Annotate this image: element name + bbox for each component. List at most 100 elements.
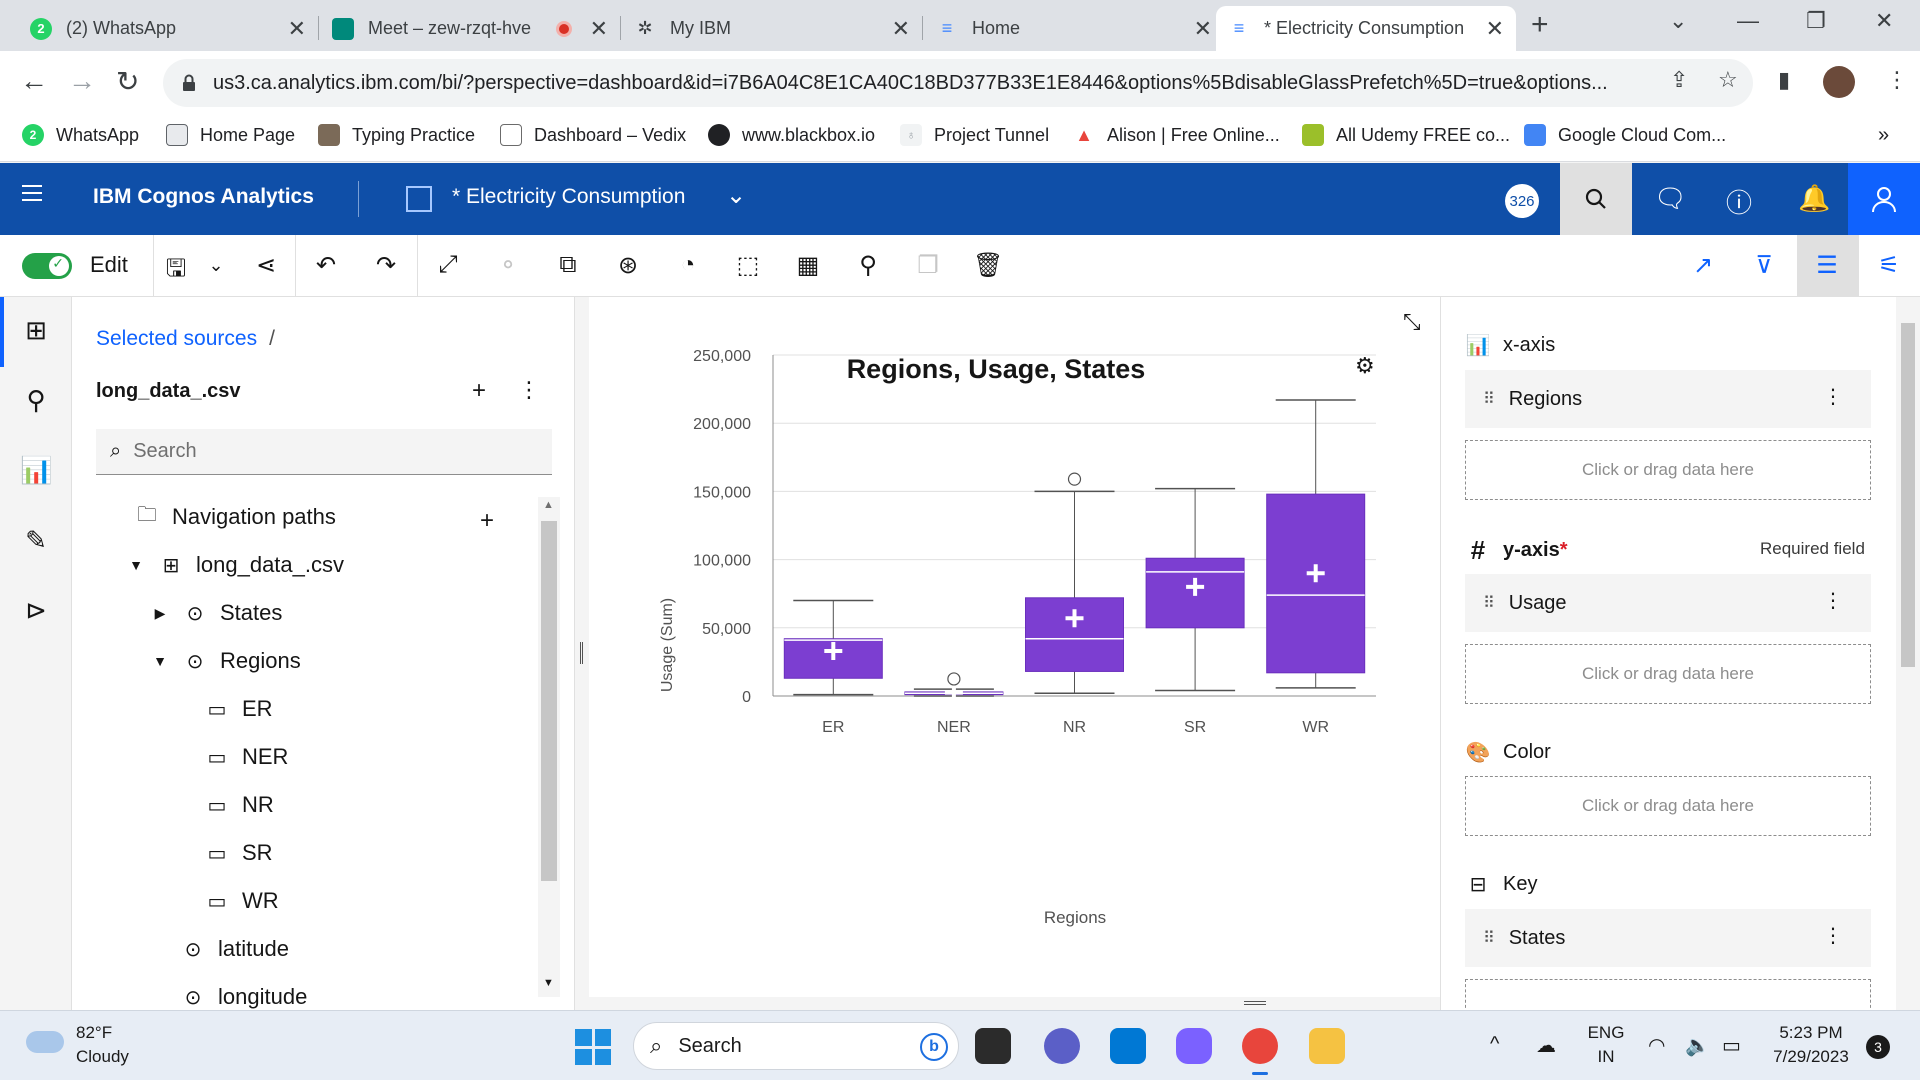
search-button[interactable]	[1560, 163, 1632, 235]
close-icon[interactable]: ✕	[1194, 16, 1212, 42]
volume-icon[interactable]: 🔈	[1685, 1033, 1710, 1058]
scrollbar-thumb[interactable]	[541, 521, 557, 881]
y-axis-dropzone[interactable]: Click or drag data here	[1465, 644, 1871, 704]
close-icon[interactable]: ✕	[1486, 16, 1504, 42]
bookmark-star-icon[interactable]: ☆	[1718, 67, 1738, 93]
drag-handle-icon[interactable]: ⠿	[1483, 593, 1495, 613]
tab-home[interactable]: ≡ Home ✕	[924, 6, 1224, 51]
notifications-icon[interactable]: 🔔	[1798, 183, 1830, 214]
side-panel-icon[interactable]: ▮	[1778, 67, 1790, 93]
fields-panel-scrollbar[interactable]	[1896, 297, 1920, 1010]
tree-item-er[interactable]: ▭ ER	[206, 689, 273, 729]
copilot-icon[interactable]	[1176, 1028, 1212, 1064]
help-icon[interactable]: ⓘ	[1726, 183, 1752, 220]
bookmark-alison[interactable]: ▲ Alison | Free Online...	[1073, 124, 1280, 146]
forward-icon[interactable]: →	[68, 65, 96, 97]
minimize-icon[interactable]: —	[1737, 8, 1759, 34]
close-icon[interactable]: ✕	[892, 16, 910, 42]
overflow-menu-icon[interactable]: ⋮	[518, 377, 540, 403]
reload-icon[interactable]: ↻	[116, 65, 139, 98]
undo-icon[interactable]: ↶	[311, 251, 341, 280]
scroll-up-icon[interactable]: ▲	[543, 499, 554, 511]
pin-icon[interactable]: ⚲	[853, 251, 883, 280]
bookmark-typing-practice[interactable]: Typing Practice	[318, 124, 475, 146]
x-axis-field-regions[interactable]: ⠿ Regions ⋮	[1465, 370, 1871, 428]
navigation-icon[interactable]: ⊳	[20, 595, 52, 626]
close-icon[interactable]: ✕	[288, 16, 306, 42]
clock-time[interactable]: 5:23 PM	[1764, 1023, 1858, 1043]
delete-icon[interactable]: 🗑	[973, 251, 1003, 280]
windows-start-icon[interactable]	[575, 1029, 611, 1065]
share-icon[interactable]: ⋖	[251, 251, 281, 280]
expand-icon[interactable]: ⤢	[433, 251, 463, 279]
chevron-up-icon[interactable]: ^	[1490, 1033, 1499, 1056]
bookmark-home-page[interactable]: Home Page	[166, 124, 295, 146]
window-close-icon[interactable]: ✕	[1875, 8, 1893, 34]
bookmark-google-cloud[interactable]: Google Cloud Com...	[1524, 124, 1726, 146]
caret-down-icon[interactable]: ▼	[150, 653, 170, 669]
tree-item-wr[interactable]: ▭ WR	[206, 881, 279, 921]
tree-item-regions[interactable]: ▼ ⊙ Regions	[150, 641, 301, 681]
timer-icon[interactable]: ◔	[673, 251, 703, 279]
redo-icon[interactable]: ↷	[371, 251, 401, 280]
data-sources-icon[interactable]: ⊞	[20, 315, 52, 346]
more-bookmarks-icon[interactable]: »	[1878, 124, 1889, 147]
taskbar-search-box[interactable]: ⌕ Search b	[633, 1022, 959, 1070]
y-axis-field-usage[interactable]: ⠿ Usage ⋮	[1465, 574, 1871, 632]
language-code[interactable]: ENG	[1586, 1023, 1626, 1043]
pin-icon[interactable]: ⚲	[20, 385, 52, 416]
task-view-icon[interactable]	[975, 1028, 1011, 1064]
browser-menu-icon[interactable]: ⋮	[1886, 67, 1908, 93]
select-area-icon[interactable]: ⬚	[733, 251, 763, 280]
source-search-input[interactable]: ⌕ Search	[96, 429, 552, 475]
profile-avatar[interactable]	[1823, 66, 1855, 98]
bookmark-blackbox[interactable]: www.blackbox.io	[708, 124, 875, 146]
connect-icon[interactable]: ⚬	[493, 251, 523, 280]
microsoft-store-icon[interactable]	[1110, 1028, 1146, 1064]
wifi-icon[interactable]: ◠	[1648, 1033, 1665, 1058]
filters-icon[interactable]: ⊽	[1749, 251, 1779, 280]
canvas-resize-handle[interactable]	[589, 997, 1440, 1010]
boxplot-chart[interactable]: Regions, Usage, States Usage (Sum) Regio…	[589, 297, 1440, 997]
battery-icon[interactable]: ▭	[1722, 1033, 1741, 1058]
panel-resize-handle[interactable]	[575, 297, 589, 1010]
tab-search-icon[interactable]: ⌄	[1669, 8, 1687, 34]
filter-icon[interactable]: ⊛	[613, 251, 643, 280]
dashboard-title[interactable]: * Electricity Consumption	[452, 185, 685, 209]
tab-my-ibm[interactable]: ✲ My IBM ✕	[622, 6, 922, 51]
save-icon[interactable]: 🖫	[161, 251, 191, 292]
notification-count[interactable]: 3	[1866, 1035, 1890, 1059]
content-count-badge[interactable]: 326	[1505, 184, 1539, 218]
tab-meet[interactable]: Meet – zew-rzqt-hve ✕	[320, 6, 620, 51]
properties-icon[interactable]: ⚟	[1874, 251, 1904, 280]
file-explorer-icon[interactable]	[1309, 1028, 1345, 1064]
duplicate-icon[interactable]: ❐	[913, 251, 943, 280]
insights-icon[interactable]: ↗	[1688, 251, 1718, 280]
onedrive-icon[interactable]: ☁	[1536, 1033, 1556, 1058]
binoculars-icon[interactable]: ⧉	[553, 251, 583, 279]
add-navigation-path-icon[interactable]: +	[480, 507, 494, 535]
fields-icon[interactable]: ☰	[1812, 251, 1842, 280]
address-bar[interactable]: us3.ca.analytics.ibm.com/bi/?perspective…	[163, 59, 1753, 107]
add-icon[interactable]: +	[472, 377, 486, 405]
overflow-menu-icon[interactable]: ⋮	[1823, 923, 1843, 948]
bookmark-project-tunnel[interactable]: ♁ Project Tunnel	[900, 124, 1049, 146]
table-icon[interactable]: ▦	[793, 251, 823, 280]
overflow-menu-icon[interactable]: ⋮	[1823, 588, 1843, 613]
drag-handle-icon[interactable]: ⠿	[1483, 389, 1495, 409]
clock-date[interactable]: 7/29/2023	[1764, 1047, 1858, 1067]
caret-right-icon[interactable]: ▶	[150, 605, 170, 622]
user-menu-button[interactable]	[1848, 163, 1920, 235]
overflow-menu-icon[interactable]: ⋮	[1823, 384, 1843, 409]
weather-temperature[interactable]: 82°F	[76, 1023, 112, 1043]
hamburger-menu-icon[interactable]	[22, 185, 42, 206]
tree-item-long-data-csv[interactable]: ▼ ⊞ long_data_.csv	[126, 545, 344, 585]
language-region[interactable]: IN	[1586, 1047, 1626, 1067]
tree-scrollbar[interactable]: ▲ ▼	[538, 497, 560, 997]
widgets-icon[interactable]: ✎	[20, 525, 52, 556]
color-dropzone[interactable]: Click or drag data here	[1465, 776, 1871, 836]
tab-whatsapp[interactable]: 2 (2) WhatsApp ✕	[18, 6, 318, 51]
new-tab-button[interactable]: +	[1531, 8, 1549, 42]
share-icon[interactable]: ⇪	[1670, 67, 1688, 93]
close-icon[interactable]: ✕	[590, 16, 608, 42]
